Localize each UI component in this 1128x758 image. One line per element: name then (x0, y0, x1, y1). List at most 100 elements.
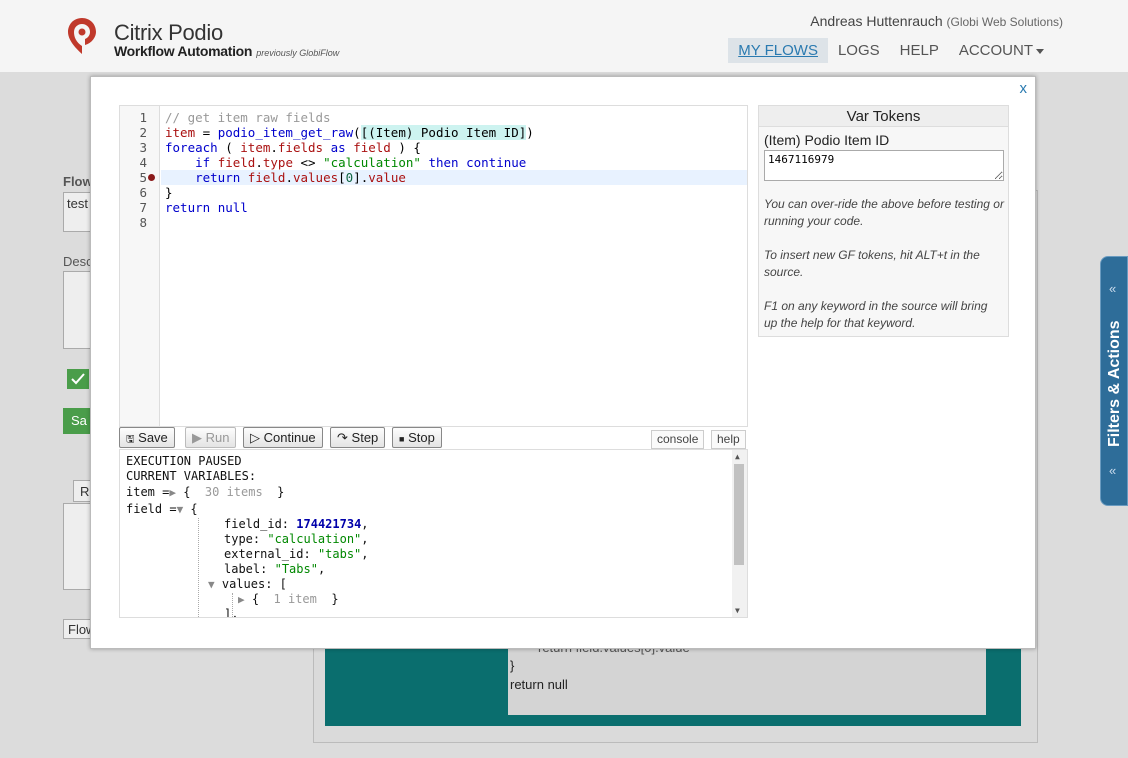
line-number: 1 (139, 110, 147, 125)
user-info: Andreas Huttenrauch (Globi Web Solutions… (810, 13, 1063, 29)
line-number: 3 (139, 140, 147, 155)
values-entry[interactable]: ▶ { 1 item } (238, 592, 339, 607)
stop-icon: ■ (399, 434, 405, 444)
product-name: Workflow Automation previously GlobiFlow (114, 43, 339, 59)
podio-logo-icon (68, 18, 96, 54)
code-preview: return field.values[0].value } return nu… (508, 640, 986, 715)
caret-down-icon (1036, 48, 1044, 54)
code-line-4: if field.type <> "calculation" then cont… (195, 155, 527, 170)
var-tokens-title: Var Tokens (759, 106, 1008, 127)
code-debugger-dialog: x 1 2 3 4 5 6 7 8 // get item raw fields… (90, 76, 1036, 649)
code-line-6: } (165, 185, 173, 200)
save-label: Save (138, 430, 168, 445)
code-line-3: foreach ( item.fields as field ) { (165, 140, 421, 155)
scroll-thumb[interactable] (734, 464, 744, 565)
chevron-left-icon: « (1109, 281, 1117, 296)
code-line-2: item = podio_item_get_raw([(Item) Podio … (165, 125, 534, 140)
run-button[interactable]: ▶ Run (185, 427, 237, 448)
user-name: Andreas Huttenrauch (810, 13, 943, 29)
values-close: ], (224, 607, 239, 618)
nav-account[interactable]: ACCOUNT (949, 38, 1054, 63)
code-preview-line-2: } (510, 658, 515, 673)
var-item-name: item = (126, 485, 170, 499)
step-label: Step (351, 430, 379, 445)
filters-actions-label: Filters & Actions (1106, 320, 1123, 447)
line-number[interactable]: 5 (120, 170, 147, 185)
prop-key: type: (224, 532, 261, 546)
prop-key: field_id: (224, 517, 290, 531)
var-item-summary: 30 items (204, 485, 263, 499)
prop-value: "Tabs" (274, 562, 318, 576)
tree-guide (198, 518, 199, 617)
stop-button[interactable]: ■ Stop (392, 427, 442, 448)
line-number: 2 (139, 125, 147, 140)
prop-value: "tabs" (317, 547, 362, 561)
flow-name-label: Flow (63, 174, 93, 189)
description-label: Desc (63, 254, 93, 269)
line-number: 7 (139, 200, 147, 215)
scroll-down-icon[interactable]: ▼ (735, 606, 740, 615)
prop-key: label: (224, 562, 268, 576)
product-label: Workflow Automation (114, 43, 253, 59)
close-button[interactable]: x (1020, 80, 1028, 97)
prop-key: external_id: (224, 547, 311, 561)
stop-label: Stop (408, 430, 435, 445)
var-field-name: field = (126, 502, 177, 516)
expand-icon[interactable]: ▶ (169, 486, 176, 499)
nav-help[interactable]: HELP (890, 38, 949, 63)
values-item-summary: 1 item (273, 592, 317, 606)
console-vars-header: CURRENT VARIABLES: (126, 469, 257, 483)
tab-console[interactable]: console (651, 430, 705, 449)
prop-key: values: [ (221, 577, 287, 591)
debug-toolbar: 🖫 Save ▶ Run ▷ Continue ↷ Step ■ Stop co… (119, 427, 748, 449)
play-outline-icon: ▷ (250, 430, 260, 445)
filters-actions-tab[interactable]: « Filters & Actions « (1100, 256, 1128, 506)
expand-icon[interactable]: ▶ (238, 593, 245, 606)
token-label: (Item) Podio Item ID (764, 132, 890, 148)
save-icon: 🖫 (126, 434, 135, 445)
checkbox-checked[interactable] (67, 369, 89, 389)
line-number: 6 (139, 185, 147, 200)
code-editor[interactable]: 1 2 3 4 5 6 7 8 // get item raw fields i… (119, 105, 748, 427)
collapse-icon[interactable]: ▼ (177, 503, 184, 516)
line-number: 4 (139, 155, 147, 170)
prop-value: 174421734 (296, 517, 362, 531)
save-flow-button[interactable]: Sa (63, 408, 93, 434)
nav-my-flows[interactable]: MY FLOWS (728, 38, 828, 63)
step-button[interactable]: ↷ Step (330, 427, 386, 448)
var-field-row[interactable]: field =▼ { (126, 502, 198, 517)
code-line-7: return null (165, 200, 248, 215)
help-note-2: To insert new GF tokens, hit ALT+t in th… (764, 248, 980, 279)
flow-select[interactable]: Flow (63, 619, 95, 639)
save-button[interactable]: 🖫 Save (119, 427, 175, 448)
token-value-input[interactable]: 1467116979 (764, 150, 1004, 181)
action-box (63, 503, 93, 590)
nav-logs[interactable]: LOGS (828, 38, 890, 63)
prop-values[interactable]: ▼ values: [ (208, 577, 287, 592)
continue-label: Continue (263, 430, 316, 445)
breakpoint-icon[interactable] (148, 174, 155, 181)
run-label: Run (205, 430, 230, 445)
collapse-icon[interactable]: ▼ (208, 578, 215, 591)
play-icon: ▶ (192, 430, 202, 445)
debug-console[interactable]: EXECUTION PAUSED CURRENT VARIABLES: item… (119, 449, 748, 618)
nav-account-label: ACCOUNT (958, 42, 1033, 59)
step-icon: ↷ (337, 430, 348, 445)
user-org: (Globi Web Solutions) (946, 15, 1064, 29)
app-header: Citrix Podio Workflow Automation previous… (0, 0, 1128, 72)
console-scrollbar[interactable]: ▲ ▼ (732, 450, 747, 617)
tab-help[interactable]: help (711, 430, 746, 449)
main-nav: MY FLOWS LOGS HELP ACCOUNT (728, 38, 1054, 63)
code-preview-line-3: return null (510, 677, 568, 692)
var-item-row[interactable]: item =▶ { 30 items } (126, 485, 284, 500)
scroll-up-icon[interactable]: ▲ (735, 452, 740, 461)
chevron-left-icon: « (1109, 463, 1117, 478)
previously-label: previously GlobiFlow (256, 48, 340, 58)
prop-value: "calculation" (267, 532, 362, 546)
code-line-1: // get item raw fields (165, 110, 331, 125)
check-icon (71, 373, 85, 385)
prop-field-id: field_id: 174421734, (224, 517, 369, 531)
prop-label: label: "Tabs", (224, 562, 326, 576)
var-tokens-panel: Var Tokens (Item) Podio Item ID 14671169… (758, 105, 1009, 337)
continue-button[interactable]: ▷ Continue (243, 427, 323, 448)
